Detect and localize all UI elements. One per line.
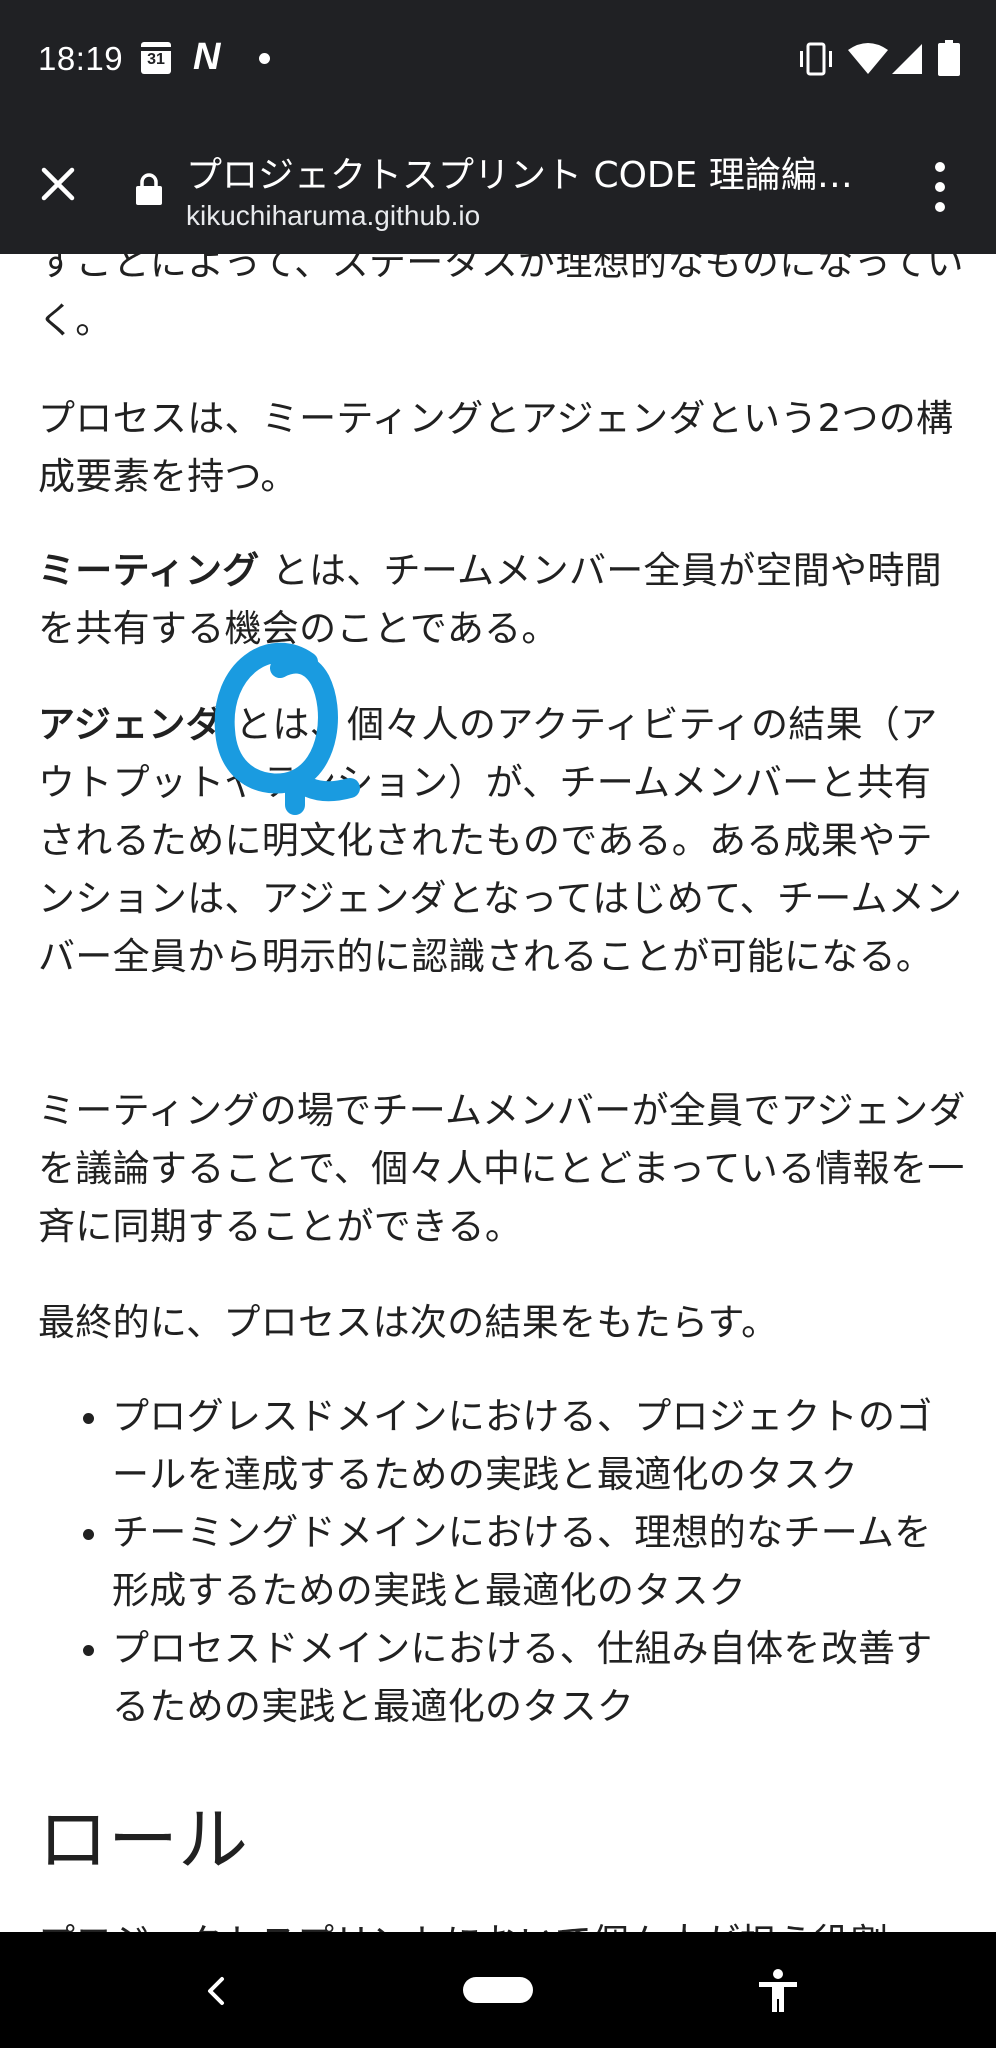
back-icon[interactable]	[204, 1974, 228, 2008]
list-item: プログレスドメインにおける、プロジェクトのゴールを達成するための実践と最適化のタ…	[112, 1388, 968, 1504]
home-button[interactable]	[463, 1977, 533, 2003]
lock-icon[interactable]	[135, 172, 163, 206]
section-heading: ロール	[38, 1799, 248, 1881]
paragraph-meeting: ミーティング とは、チームメンバー全員が空間や時間を共有する機会のことである。	[38, 542, 968, 658]
page-title[interactable]: プロジェクトスプリント CODE 理論編…	[186, 146, 876, 198]
calendar-icon: 31	[141, 42, 171, 74]
paragraph-cutoff: プロジェクトスプリントにおいて個々人が担う役割	[38, 1914, 968, 1932]
list-item: チーミングドメインにおける、理想的なチームを形成するための実践と最適化のタスク	[112, 1504, 968, 1620]
result-list: プログレスドメインにおける、プロジェクトのゴールを達成するための実践と最適化のタ…	[38, 1388, 968, 1736]
signal-icon	[892, 44, 922, 74]
accessibility-icon[interactable]	[756, 1968, 800, 2014]
handwritten-circle-annotation	[214, 642, 360, 815]
battery-icon	[938, 40, 960, 76]
status-bar: 18:19 31 N	[0, 0, 996, 120]
vibrate-icon	[800, 42, 832, 76]
paragraph: すことによって、ステータスが理想的なものになっていく。	[38, 254, 964, 342]
wifi-icon	[848, 43, 888, 74]
close-icon[interactable]	[38, 164, 78, 204]
more-vert-icon[interactable]	[932, 160, 948, 214]
term-meeting: ミーティング	[38, 549, 260, 592]
paragraph: 最終的に、プロセスは次の結果をもたらす。	[38, 1301, 779, 1344]
paragraph-agenda: アジェンダ とは、個々人のアクティビティの結果（アウトプットやテンション）が、チ…	[38, 696, 968, 986]
dot-icon	[259, 53, 270, 64]
term-agenda: アジェンダ	[38, 703, 224, 746]
list-item: プロセスドメインにおける、仕組み自体を改善するための実践と最適化のタスク	[112, 1620, 968, 1736]
browser-toolbar: プロジェクトスプリント CODE 理論編… kikuchiharuma.gith…	[0, 120, 996, 254]
paragraph: ミーティングの場でチームメンバーが全員でアジェンダを議論することで、個々人中にと…	[38, 1089, 966, 1248]
page-content: すことによって、ステータスが理想的なものになっていく。 プロセスは、ミーティング…	[38, 254, 968, 1932]
navigation-bar	[0, 1932, 996, 2048]
status-time: 18:19	[38, 40, 124, 77]
n-app-icon: N	[193, 36, 221, 78]
paragraph: プロセスは、ミーティングとアジェンダという2つの構成要素を持つ。	[38, 397, 954, 498]
page-url[interactable]: kikuchiharuma.github.io	[186, 200, 480, 232]
